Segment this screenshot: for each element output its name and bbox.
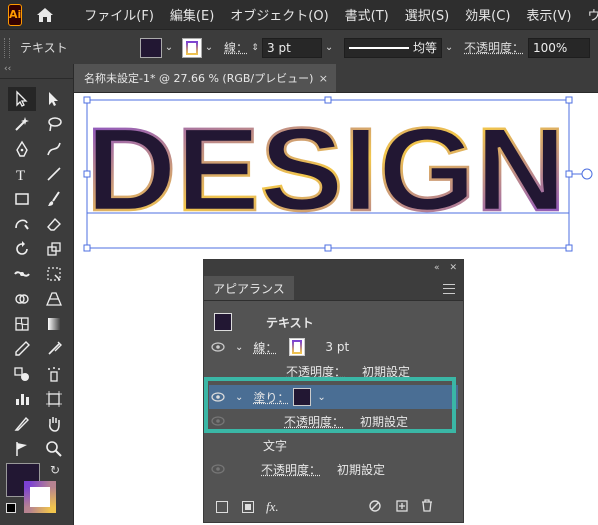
shaper-tool-icon[interactable] <box>8 212 36 236</box>
document-tab-bar: 名称未設定-1* @ 27.66 % (RGB/プレビュー) × <box>74 64 598 93</box>
duplicate-item-icon[interactable] <box>396 500 408 515</box>
shape-builder-icon[interactable] <box>8 287 36 311</box>
menu-effect[interactable]: 効果(C) <box>457 5 518 24</box>
blend-tool-icon[interactable] <box>8 362 36 386</box>
stepper-icon[interactable]: ⇕ <box>248 39 262 57</box>
stroke-weight-value[interactable]: 3 pt <box>325 340 349 354</box>
hand-tool-icon[interactable] <box>40 412 68 436</box>
fill-swatch[interactable] <box>140 37 162 58</box>
object-type-label: テキスト <box>266 315 314 330</box>
chevron-down-icon[interactable]: ⌄ <box>442 39 456 57</box>
menu-file[interactable]: ファイル(F) <box>76 5 162 24</box>
mesh-tool-icon[interactable] <box>8 312 36 336</box>
stroke-label[interactable]: 線： <box>253 339 277 356</box>
opacity-value: 100% <box>533 40 568 55</box>
characters-opacity-row[interactable]: 不透明度： 初期設定 <box>209 458 458 480</box>
slice-tool-icon[interactable] <box>8 412 36 436</box>
line-tool-icon[interactable] <box>40 162 68 186</box>
object-type-label: テキスト <box>20 41 68 55</box>
text-out-port[interactable] <box>581 168 593 180</box>
eye-icon[interactable] <box>209 342 227 352</box>
control-bar: テキスト ⌄ ⌄ 線： ⇕ 3 pt ⌄ 均等 ⌄ 不透明度： 100% <box>0 29 598 66</box>
gradient-tool-icon[interactable] <box>40 312 68 336</box>
object-row[interactable]: テキスト <box>209 310 458 334</box>
opacity-label[interactable]: 不透明度： <box>464 39 524 56</box>
scale-tool-icon[interactable] <box>40 237 68 261</box>
direct-selection-tool-icon[interactable] <box>40 87 68 111</box>
selection-tool-icon[interactable] <box>8 87 36 111</box>
fx-icon[interactable]: fx. <box>266 499 279 515</box>
swap-icon[interactable]: ↻ <box>50 463 60 477</box>
column-graph-icon[interactable] <box>8 387 36 411</box>
line-style-select[interactable]: 均等 <box>344 37 443 58</box>
symbol-sprayer-icon[interactable] <box>40 362 68 386</box>
opacity-field[interactable]: 100% <box>528 37 591 58</box>
eye-icon[interactable] <box>209 464 227 474</box>
measure-tool-icon[interactable] <box>40 337 68 361</box>
close-panel-icon[interactable]: ✕ <box>449 263 457 273</box>
svg-text:T: T <box>16 168 25 183</box>
add-fill-icon[interactable] <box>242 501 254 513</box>
flag-icon[interactable] <box>8 437 36 461</box>
menu-window[interactable]: ウィン <box>579 5 598 24</box>
stroke-weight-field[interactable]: 3 pt <box>262 37 323 58</box>
stroke-row[interactable]: ⌄ 線： 3 pt <box>209 336 458 358</box>
menu-view[interactable]: 表示(V) <box>518 5 579 24</box>
tools-panel: ‹‹ T ↻ <box>0 64 74 525</box>
stroke-label[interactable]: 線： <box>224 39 248 56</box>
collapse-icon[interactable]: ‹‹ <box>0 64 73 79</box>
design-text[interactable]: DESIGN <box>85 103 568 238</box>
characters-opacity-value: 初期設定 <box>337 462 386 477</box>
home-icon[interactable] <box>36 5 54 25</box>
stroke-color-icon[interactable] <box>24 481 56 513</box>
default-colors-icon[interactable] <box>6 503 16 513</box>
panel-menu-icon[interactable] <box>443 284 455 294</box>
chevron-down-icon[interactable]: ⌄ <box>235 342 243 353</box>
characters-opacity-label[interactable]: 不透明度： <box>261 461 321 478</box>
paintbrush-icon[interactable] <box>40 187 68 211</box>
close-icon[interactable]: × <box>319 72 328 85</box>
fill-stroke-widget[interactable]: ↻ <box>6 463 66 523</box>
zoom-tool-icon[interactable] <box>40 437 68 461</box>
menu-type[interactable]: 書式(T) <box>337 5 397 24</box>
eyedropper-icon[interactable] <box>8 337 36 361</box>
pen-tool-icon[interactable] <box>8 137 36 161</box>
document-title: 名称未設定-1* @ 27.66 % (RGB/プレビュー) <box>84 72 314 85</box>
menu-edit[interactable]: 編集(E) <box>162 5 222 24</box>
curvature-tool-icon[interactable] <box>40 137 68 161</box>
chevron-down-icon[interactable]: ⌄ <box>202 39 216 57</box>
magic-wand-icon[interactable] <box>8 112 36 136</box>
delete-icon[interactable] <box>421 499 433 515</box>
stroke-swatch[interactable] <box>289 338 306 356</box>
highlight-frame <box>204 377 456 433</box>
stroke-weight-value: 3 pt <box>267 40 291 55</box>
perspective-grid-icon[interactable] <box>40 287 68 311</box>
line-style-value: 均等 <box>413 41 438 55</box>
free-transform-icon[interactable] <box>40 262 68 286</box>
panel-footer: fx. <box>204 492 463 522</box>
object-thumbnail <box>214 313 232 331</box>
rectangle-tool-icon[interactable] <box>8 187 36 211</box>
characters-row[interactable]: 文字 <box>209 434 458 456</box>
add-stroke-icon[interactable] <box>216 501 228 513</box>
collapse-panel-icon[interactable]: « <box>434 263 440 273</box>
width-tool-icon[interactable] <box>8 262 36 286</box>
eraser-icon[interactable] <box>40 212 68 236</box>
chevron-down-icon[interactable]: ⌄ <box>322 39 336 57</box>
app-logo[interactable]: Ai <box>8 3 23 26</box>
menu-object[interactable]: オブジェクト(O) <box>222 5 336 24</box>
characters-label: 文字 <box>263 438 288 453</box>
artboard-tool-icon[interactable] <box>40 387 68 411</box>
rotate-tool-icon[interactable] <box>8 237 36 261</box>
document-tab[interactable]: 名称未設定-1* @ 27.66 % (RGB/プレビュー) × <box>74 64 336 92</box>
menu-select[interactable]: 選択(S) <box>397 5 457 24</box>
menu-bar: Ai ファイル(F) 編集(E) オブジェクト(O) 書式(T) 選択(S) 効… <box>0 0 598 29</box>
lasso-icon[interactable] <box>40 112 68 136</box>
chevron-down-icon[interactable]: ⌄ <box>162 39 176 57</box>
grip-handle[interactable] <box>4 37 10 58</box>
type-tool-icon[interactable]: T <box>8 162 36 186</box>
clear-appearance-icon[interactable] <box>369 500 381 515</box>
stroke-swatch[interactable] <box>182 37 202 58</box>
appearance-tab[interactable]: アピアランス <box>204 276 294 300</box>
